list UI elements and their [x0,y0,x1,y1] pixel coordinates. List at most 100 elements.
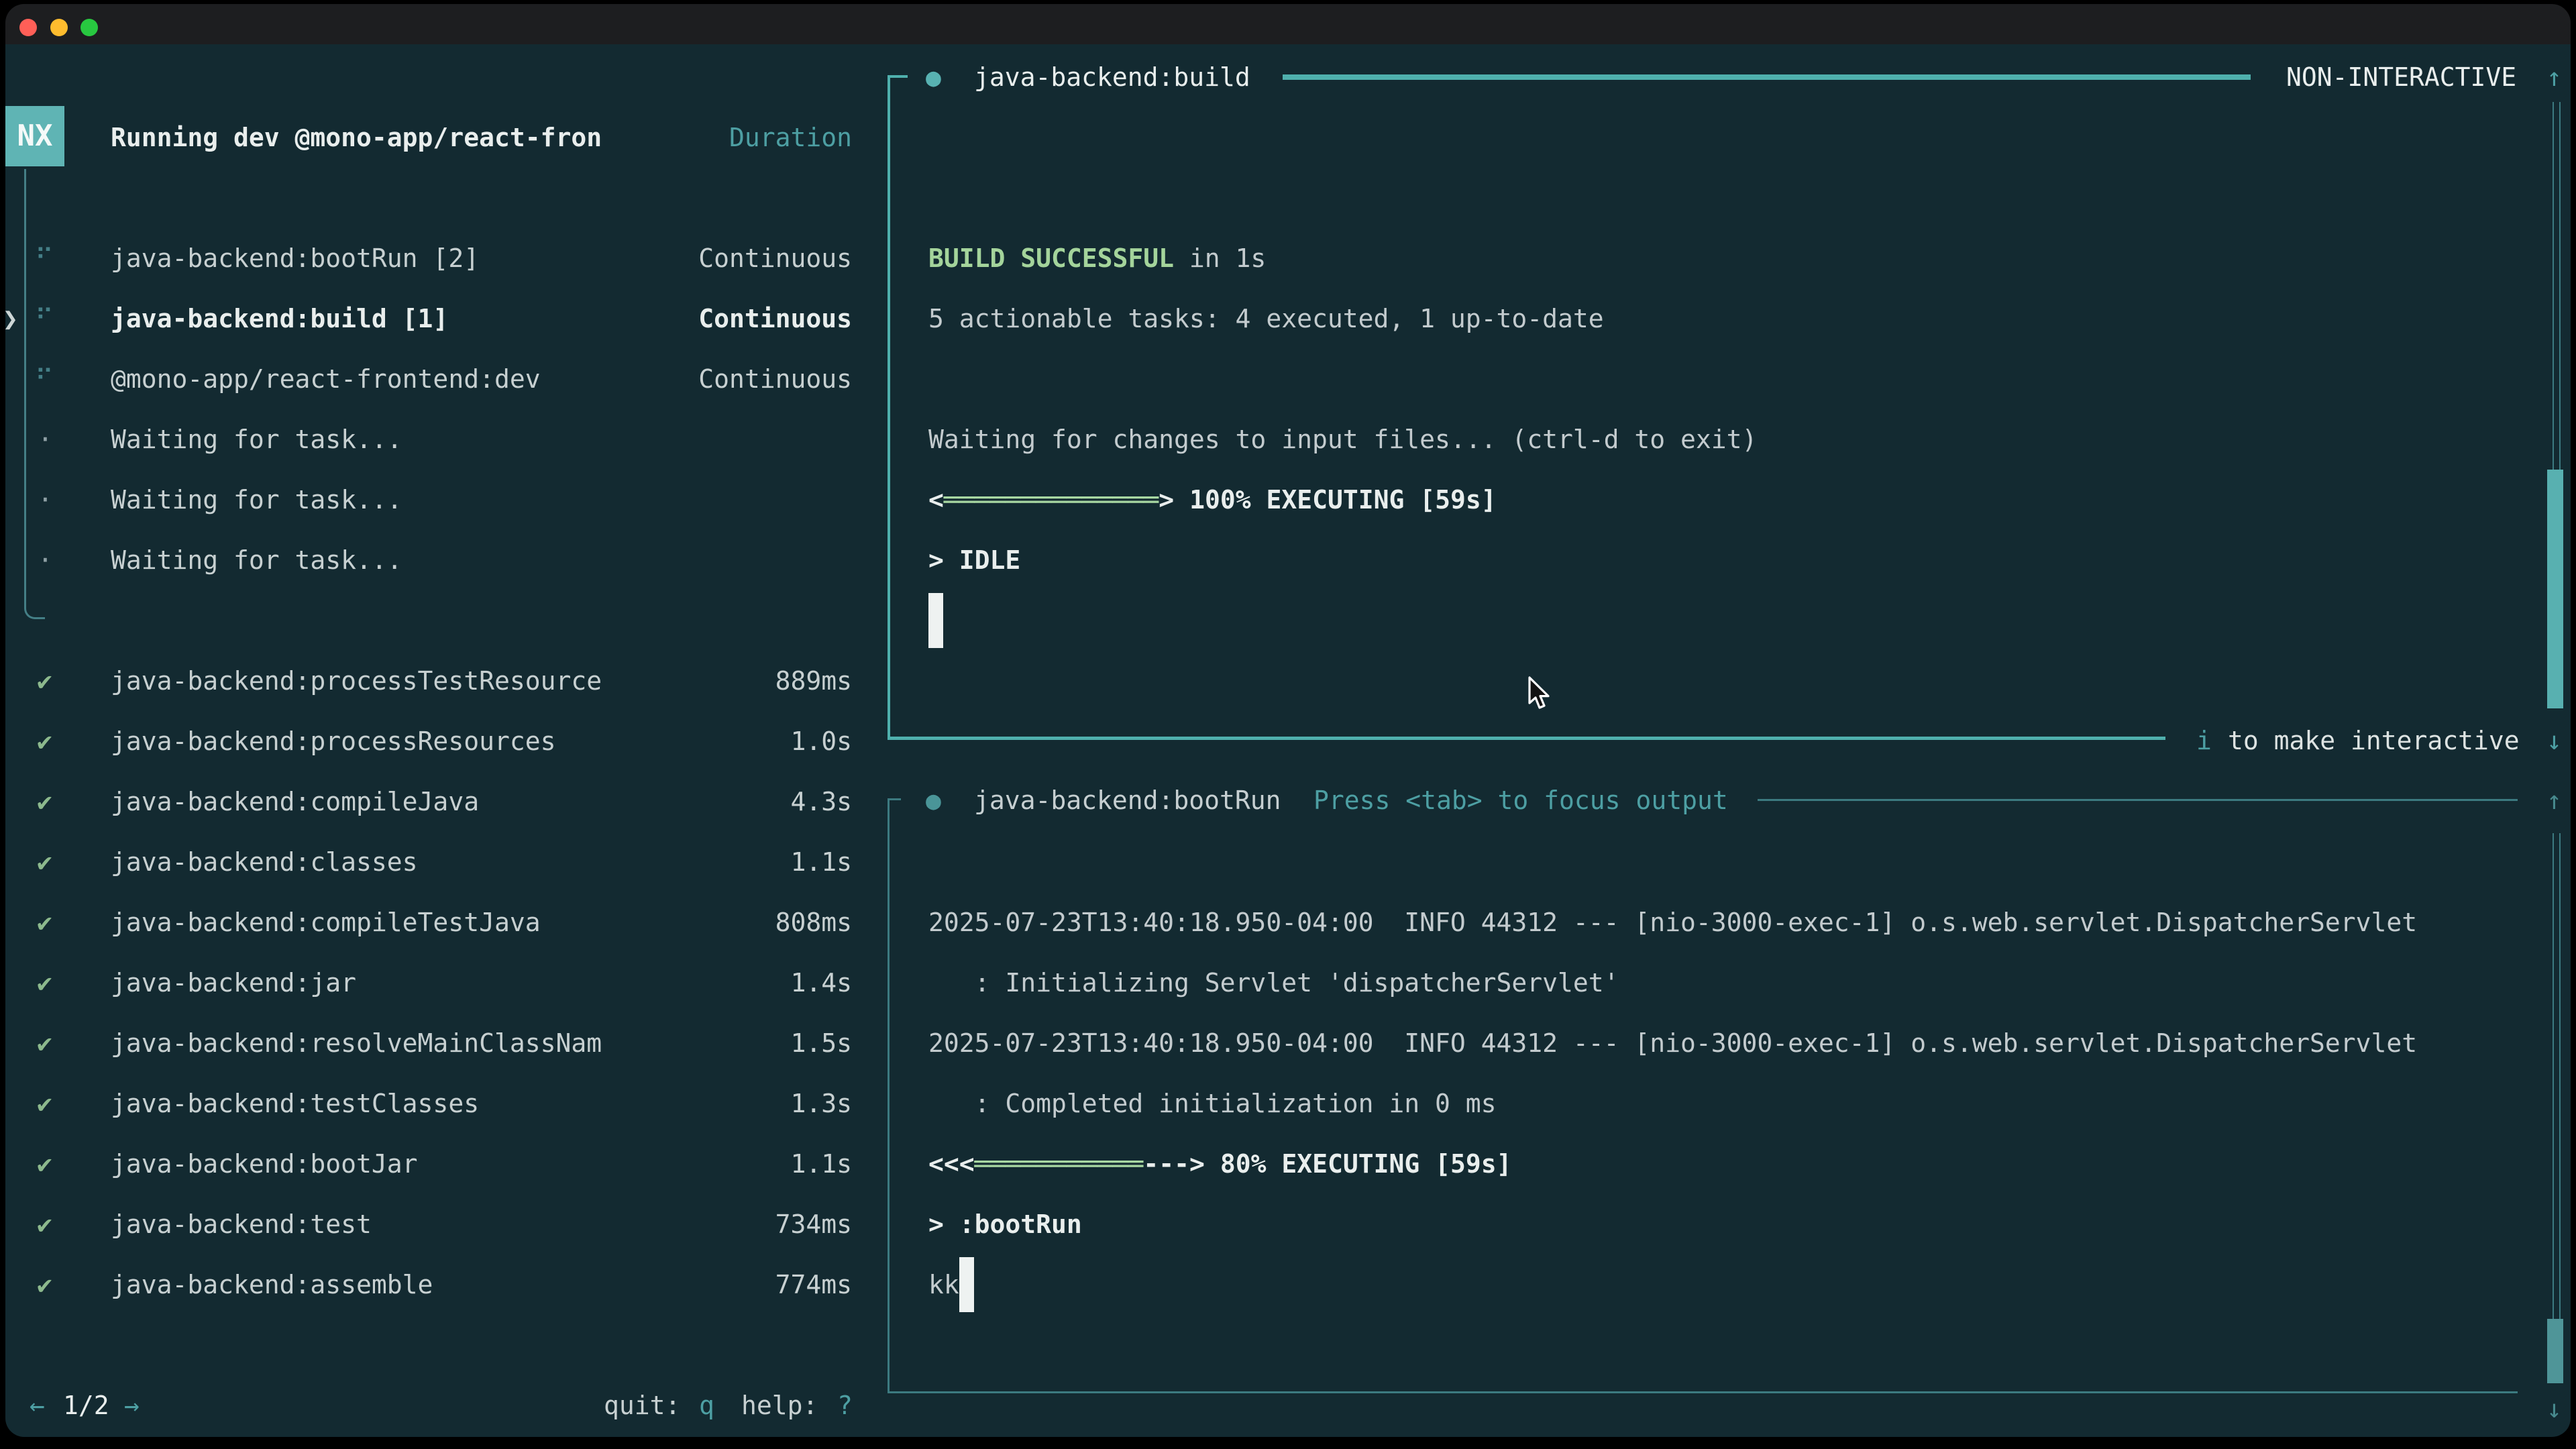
build-progress-line: <══════════════>100% EXECUTING [59s] [928,470,1497,530]
log-line: 2025-07-23T13:40:18.950-04:00 INFO 44312… [928,1013,2417,1073]
progress-bar: ═══════════ [975,1149,1144,1179]
task-row-label[interactable]: java-backend:resolveMainClassNam [111,1013,602,1073]
task-row-label[interactable]: java-backend:assemble [111,1254,433,1315]
duration-column-header: Duration [577,107,852,168]
minimize-button[interactable] [50,19,68,36]
app-window: NX Running dev @mono-app/react-fron Dura… [0,0,2576,1449]
task-row-label[interactable]: java-backend:processTestResource [111,651,602,711]
progress-lead: <<< [928,1149,975,1179]
check-icon: ✔ [37,953,52,1013]
window-titlebar [5,4,2571,44]
task-row-duration: Continuous [577,228,852,288]
build-idle-line: > IDLE [928,530,1020,590]
spinner-icon: ⠋ [35,349,54,409]
waiting-dot-icon: · [38,409,53,470]
waiting-dot-icon: · [38,530,53,590]
check-icon: ✔ [37,1254,52,1315]
spinner-icon: ⠋ [35,288,54,349]
bootrun-panel-border-top-stub [888,798,901,800]
build-panel-border-left [888,75,890,740]
check-icon: ✔ [37,771,52,832]
task-row-label[interactable]: @mono-app/react-frontend:dev [111,349,541,409]
task-row-label[interactable]: java-backend:jar [111,953,356,1013]
bootrun-panel-scroll-up-icon[interactable]: ↑ [2546,770,2562,830]
progress-tail: > [1189,1149,1205,1179]
page-next-arrow-icon[interactable]: → [124,1375,140,1436]
interactive-hint-key: i [2196,710,2212,771]
task-row-label[interactable]: java-backend:compileTestJava [111,892,541,953]
bootrun-panel-scrollbar-thumb[interactable] [2547,1319,2563,1383]
task-row-label[interactable]: java-backend:testClasses [111,1073,479,1134]
close-button[interactable] [19,19,37,36]
build-time-text: in 1s [1174,244,1266,273]
bootrun-input-text[interactable]: kk [928,1254,959,1315]
bootrun-panel-bullet-icon: ● [926,770,941,830]
build-panel-border-bottom [888,737,2165,740]
task-row-duration: Continuous [577,349,852,409]
check-icon: ✔ [37,711,52,771]
mouse-cursor [1524,676,1554,715]
bootrun-panel-scroll-down-icon[interactable]: ↓ [2546,1379,2562,1439]
task-tree-corner [24,589,45,619]
check-icon: ✔ [37,651,52,711]
non-interactive-badge: NON-INTERACTIVE [2286,47,2516,107]
task-row-label[interactable]: java-backend:test [111,1194,372,1254]
check-icon: ✔ [37,892,52,953]
progress-dashes: --- [1143,1149,1189,1179]
task-row-duration: 1.3s [577,1073,852,1134]
progress-bar: ══════════════ [944,485,1159,515]
log-line: 2025-07-23T13:40:18.950-04:00 INFO 44312… [928,892,2417,953]
task-row-duration: 774ms [577,1254,852,1315]
build-panel-scroll-up-icon[interactable]: ↑ [2546,47,2562,107]
help-hint-key: ? [837,1375,853,1436]
task-row-duration: 1.4s [577,953,852,1013]
terminal-cursor [928,593,943,648]
zoom-button[interactable] [80,19,98,36]
progress-tail: > [1159,485,1174,515]
build-panel-bullet-icon: ● [926,47,941,107]
quit-hint-label: quit: [604,1375,680,1436]
task-row-label[interactable]: java-backend:bootRun [2] [111,228,479,288]
task-row-duration: 1.1s [577,832,852,892]
progress-label: 80% EXECUTING [59s] [1205,1149,1512,1179]
build-panel-scroll-down-icon[interactable]: ↓ [2546,710,2562,771]
task-row-label[interactable]: java-backend:classes [111,832,418,892]
bootrun-panel-scrollbar-track[interactable] [2553,833,2561,1320]
task-row-label[interactable]: java-backend:bootJar [111,1134,418,1194]
task-row-duration: 1.1s [577,1134,852,1194]
task-row-label-selected[interactable]: java-backend:build [1] [111,288,448,349]
task-row-label[interactable]: Waiting for task... [111,470,402,530]
selected-task-chevron: ❯ [3,288,18,349]
progress-lead: < [928,485,944,515]
task-tree-line [24,169,26,590]
bootrun-prompt-line: > :bootRun [928,1194,1082,1254]
terminal-cursor [959,1257,974,1312]
task-row-label[interactable]: Waiting for task... [111,530,402,590]
interactive-hint-text: to make interactive [2228,710,2520,771]
page-indicator: 1/2 [63,1375,109,1436]
help-hint-label: help: [741,1375,818,1436]
quit-hint-key: q [699,1375,714,1436]
task-row-duration: 4.3s [577,771,852,832]
check-icon: ✔ [37,1194,52,1254]
check-icon: ✔ [37,832,52,892]
task-row-label[interactable]: Waiting for task... [111,409,402,470]
build-panel-scrollbar-thumb[interactable] [2547,470,2563,708]
page-prev-arrow-icon[interactable]: ← [30,1375,45,1436]
bootrun-panel-title[interactable]: java-backend:bootRun [974,770,1281,830]
task-row-duration: 808ms [577,892,852,953]
bootrun-panel-border-bottom [888,1391,2518,1393]
progress-label: 100% EXECUTING [59s] [1174,485,1497,515]
build-panel-title[interactable]: java-backend:build [974,47,1250,107]
task-row-label[interactable]: java-backend:processResources [111,711,555,771]
focus-output-hint: Press <tab> to focus output [1313,770,1728,830]
build-waiting-line: Waiting for changes to input files... (c… [928,409,1757,470]
task-row-duration: 889ms [577,651,852,711]
task-row-label[interactable]: java-backend:compileJava [111,771,479,832]
check-icon: ✔ [37,1134,52,1194]
build-tasks-summary: 5 actionable tasks: 4 executed, 1 up-to-… [928,288,1604,349]
build-panel-border-top-stub [888,75,908,78]
task-row-duration: Continuous [577,288,852,349]
bootrun-progress-line: <<<═══════════--->80% EXECUTING [59s] [928,1134,1512,1194]
spinner-icon: ⠋ [35,228,54,288]
